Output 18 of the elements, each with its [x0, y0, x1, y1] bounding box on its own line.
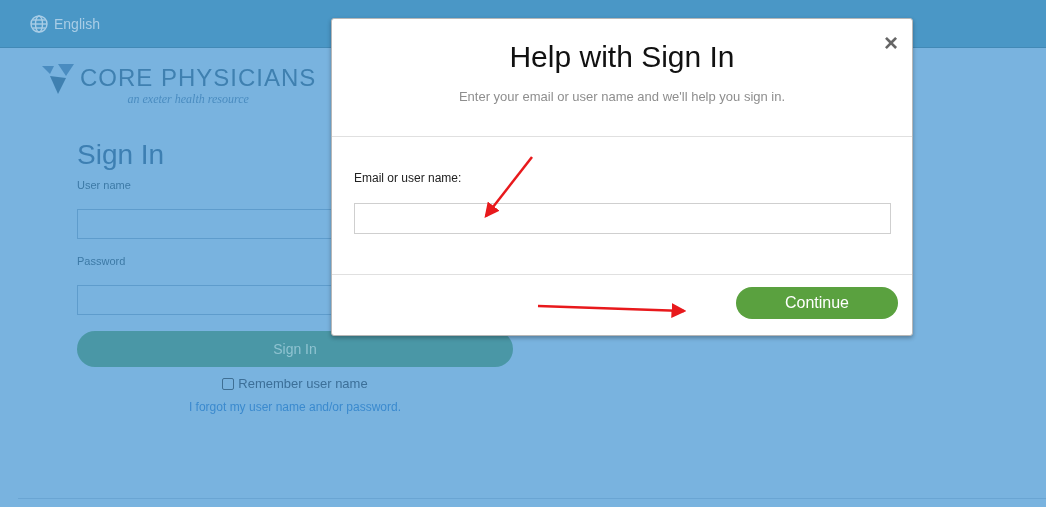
close-button[interactable]: ×: [884, 31, 898, 55]
continue-button[interactable]: Continue: [736, 287, 898, 319]
language-selector[interactable]: English: [54, 15, 100, 32]
field-label: Password: [77, 255, 127, 267]
remember-label: Remember user name: [238, 376, 368, 391]
sign-in-title: Sign In: [77, 138, 166, 172]
sign-in-button[interactable]: Sign In: [77, 331, 513, 367]
field-label: User name: [77, 179, 132, 191]
logo-name: CORE PHYSICIANS: [80, 64, 317, 92]
remember-checkbox[interactable]: [222, 377, 235, 390]
email-field[interactable]: [354, 203, 891, 234]
dialog-subtitle: Enter your email or user name and we'll help you sign in.: [458, 89, 786, 104]
arrow: [484, 156, 533, 218]
logo-icon: [42, 64, 74, 94]
forgot-link[interactable]: I forgot my user name and/or password.: [77, 400, 513, 414]
dialog-title: Help with Sign In: [509, 39, 735, 75]
field-label: Email or user name:: [354, 171, 463, 185]
globe-icon: [30, 14, 48, 33]
